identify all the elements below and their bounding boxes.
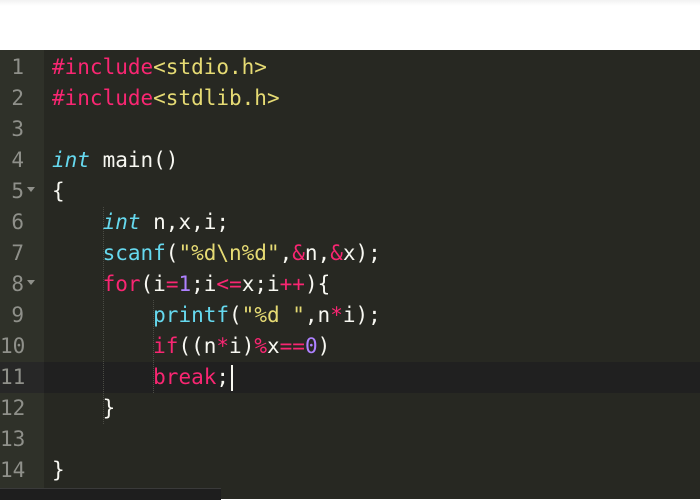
code-token: ((n bbox=[178, 334, 217, 358]
line-number: 2 bbox=[11, 86, 24, 110]
code-token: & bbox=[330, 241, 343, 265]
line-number: 14 bbox=[0, 458, 26, 482]
code-text: { bbox=[52, 178, 65, 205]
code-token: } bbox=[52, 458, 65, 482]
code-text: } bbox=[52, 457, 65, 484]
code-token: ; bbox=[216, 365, 230, 389]
indent-guide bbox=[153, 300, 155, 393]
code-token: #include bbox=[52, 86, 154, 110]
code-token: "%d\n%d" bbox=[178, 241, 280, 265]
code-token: ){ bbox=[304, 272, 331, 296]
code-text: #include<stdlib.h> bbox=[52, 85, 280, 112]
line-number: 13 bbox=[0, 427, 26, 451]
top-shadow bbox=[0, 0, 700, 6]
code-token: i) bbox=[229, 334, 255, 358]
code-text: if((n*i)%x==0) bbox=[52, 333, 330, 360]
code-text: scanf("%d\n%d",&n,&x); bbox=[52, 240, 381, 267]
text-cursor bbox=[231, 365, 233, 391]
fold-arrow-icon[interactable] bbox=[27, 280, 35, 285]
code-line[interactable]: 13 bbox=[0, 424, 700, 455]
code-token: x;i bbox=[241, 272, 280, 296]
line-number: 11 bbox=[0, 365, 26, 389]
code-token: if bbox=[153, 334, 179, 358]
code-token: for bbox=[102, 272, 141, 296]
line-number: 9 bbox=[11, 303, 24, 327]
code-text: break; bbox=[52, 364, 229, 391]
code-line[interactable]: 4 int main() bbox=[0, 145, 700, 176]
line-number: 12 bbox=[0, 396, 26, 420]
code-token: % bbox=[254, 334, 267, 358]
code-line[interactable]: 9 printf("%d ",n*i); bbox=[0, 300, 700, 331]
code-text: int main() bbox=[52, 147, 178, 174]
code-token: n, bbox=[304, 241, 331, 265]
code-line[interactable]: 12 } bbox=[0, 393, 700, 424]
line-number: 10 bbox=[0, 334, 26, 358]
code-token: } bbox=[52, 396, 116, 420]
line-number: 1 bbox=[11, 55, 24, 79]
code-token: ( bbox=[165, 241, 179, 265]
line-number: 4 bbox=[11, 148, 24, 172]
code-token: 1 bbox=[178, 272, 192, 296]
code-token: & bbox=[292, 241, 305, 265]
code-line[interactable]: 11 break; bbox=[0, 362, 700, 393]
code-line[interactable]: 10 if((n*i)%x==0) bbox=[0, 331, 700, 362]
code-text: #include<stdio.h> bbox=[52, 54, 267, 81]
code-token: <stdio.h> bbox=[153, 55, 267, 79]
fold-arrow-icon[interactable] bbox=[27, 187, 35, 192]
code-token: ) bbox=[317, 334, 331, 358]
code-token: x bbox=[267, 334, 280, 358]
code-line[interactable]: 14} bbox=[0, 455, 700, 486]
indent-guide bbox=[103, 207, 105, 424]
code-text: for(i=1;i<=x;i++){ bbox=[52, 271, 331, 298]
code-token: * bbox=[330, 303, 343, 327]
code-token: main() bbox=[89, 148, 179, 172]
code-token: int bbox=[102, 210, 141, 234]
code-token: , bbox=[279, 241, 293, 265]
line-number: 5 bbox=[11, 179, 24, 203]
code-token: int bbox=[52, 148, 90, 172]
code-line[interactable]: 8 for(i=1;i<=x;i++){ bbox=[0, 269, 700, 300]
code-token: == bbox=[279, 334, 305, 358]
code-token: = bbox=[165, 272, 179, 296]
code-token: * bbox=[216, 334, 230, 358]
code-line[interactable]: 6 int n,x,i; bbox=[0, 207, 700, 238]
code-token: scanf bbox=[102, 241, 166, 265]
code-line[interactable]: 1 #include<stdio.h> bbox=[0, 52, 700, 83]
code-token: <stdlib.h> bbox=[153, 86, 280, 110]
code-token: ;i bbox=[191, 272, 217, 296]
code-token: (i bbox=[140, 272, 166, 296]
code-token: ++ bbox=[279, 272, 305, 296]
code-text: printf("%d ",n*i); bbox=[52, 302, 381, 329]
code-token: break bbox=[153, 365, 217, 389]
code-token: { bbox=[52, 179, 65, 203]
code-token: n,x,i; bbox=[140, 210, 230, 234]
window-top-area bbox=[0, 0, 700, 50]
line-number: 8 bbox=[11, 272, 24, 296]
code-line[interactable]: 7 scanf("%d\n%d",&n,&x); bbox=[0, 238, 700, 269]
code-token: 0 bbox=[304, 334, 318, 358]
code-token: #include bbox=[52, 55, 154, 79]
line-number: 7 bbox=[11, 241, 24, 265]
code-line[interactable]: 3 bbox=[0, 114, 700, 145]
code-editor[interactable]: 1 #include<stdio.h> 2 #include<stdlib.h> 3 4 i… bbox=[0, 50, 700, 499]
code-token: ( bbox=[229, 303, 242, 327]
bottom-panel-edge bbox=[0, 488, 221, 500]
line-number: 3 bbox=[11, 117, 24, 141]
code-token: ,n bbox=[304, 303, 331, 327]
code-token: "%d " bbox=[241, 303, 305, 327]
code-line[interactable]: 2 #include<stdlib.h> bbox=[0, 83, 700, 114]
code-text: } bbox=[52, 395, 116, 422]
code-token: printf bbox=[153, 303, 230, 327]
line-number: 6 bbox=[11, 210, 24, 234]
code-line[interactable]: 5{ bbox=[0, 176, 700, 207]
code-text: int n,x,i; bbox=[52, 209, 229, 236]
code-token: x); bbox=[342, 241, 381, 265]
code-token: <= bbox=[216, 272, 242, 296]
code-token: i); bbox=[342, 303, 381, 327]
